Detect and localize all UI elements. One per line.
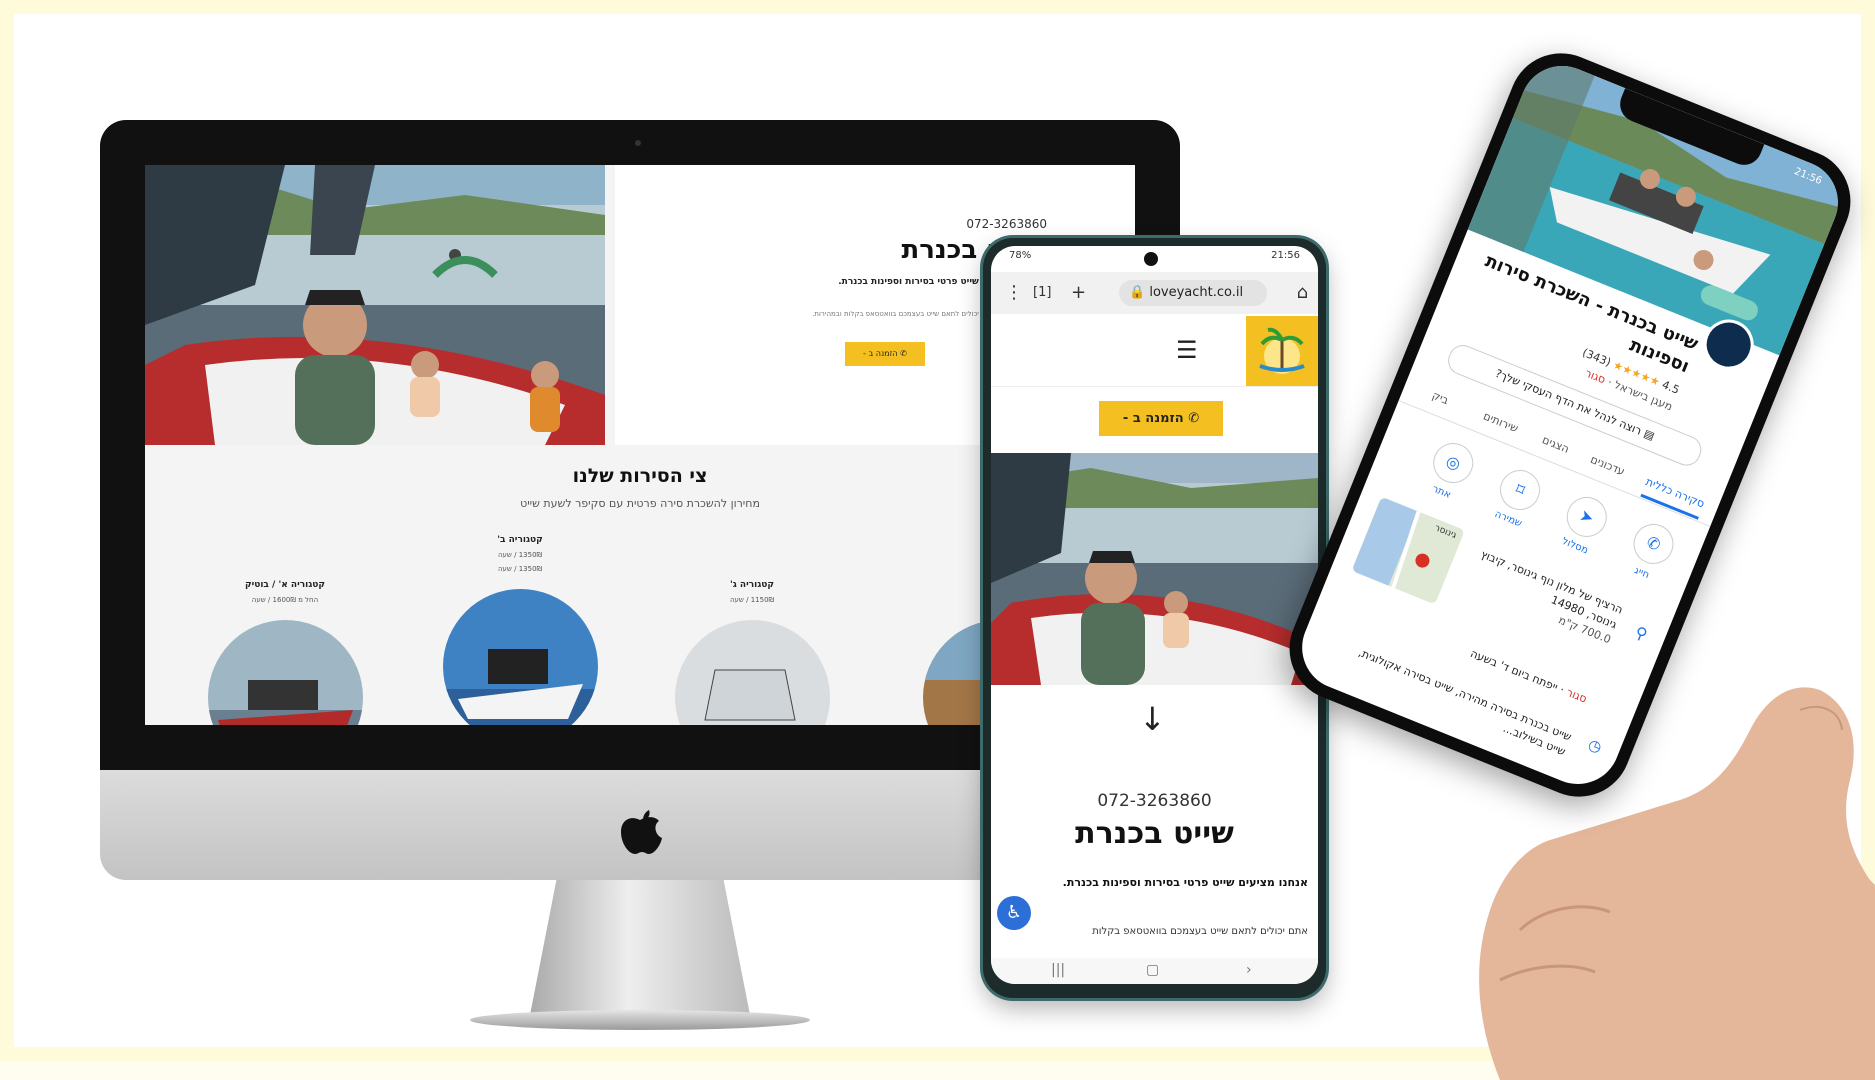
new-tab-icon[interactable]: + <box>1071 280 1086 306</box>
url-text: loveyacht.co.il <box>1149 285 1244 300</box>
phone-number[interactable]: 072-3263860 <box>991 791 1318 811</box>
directions-icon: ➤ <box>1560 490 1613 544</box>
category-card[interactable]: קטגוריה ג' 1150₪ / שעה <box>667 580 837 725</box>
website-button[interactable]: ◎ אתר <box>1413 434 1486 508</box>
clock-icon: ◷ <box>1585 734 1605 757</box>
more-options-icon[interactable]: ⋮ <box>1005 280 1023 306</box>
boat-photo <box>674 620 830 725</box>
tab-reviews[interactable]: הצגים <box>1540 433 1571 456</box>
whatsapp-icon: ✆ <box>1188 411 1200 426</box>
bookmark-icon: ⌑ <box>1493 463 1547 517</box>
whatsapp-icon: ✆ <box>900 349 907 358</box>
category-price: 1150₪ / שעה <box>729 596 775 604</box>
call-label: חייג <box>1632 565 1651 582</box>
hours-text: · ייפתח ביום ד' בשעה <box>1468 646 1570 698</box>
home-nav-icon[interactable]: ▢ <box>1146 962 1159 978</box>
site-header: ☰ <box>991 316 1318 387</box>
boat-photo <box>442 589 598 725</box>
booking-button-label: הזמנה ב - <box>1122 411 1184 426</box>
status-time: 21:56 <box>1271 250 1300 261</box>
phone-icon: ✆ <box>1627 517 1680 570</box>
back-nav-icon[interactable]: › <box>1246 962 1252 978</box>
hamburger-menu-icon[interactable]: ☰ <box>1176 336 1198 364</box>
battery-level: 78% <box>1009 250 1032 261</box>
tab-updates[interactable]: עדכונים <box>1589 453 1627 478</box>
accessibility-icon[interactable]: ♿ <box>997 896 1031 930</box>
map-thumbnail[interactable]: גינוסר <box>1351 496 1465 605</box>
hours-closed: סגור <box>1564 685 1589 706</box>
site-subtext: אתם יכולים לתאם שייט בעצמכם בוואטסאפ בקל… <box>812 310 995 318</box>
boat-photo <box>207 620 363 725</box>
site-subtext: אתם יכולים לתאם שייט בעצמכם בוואטסאפ בקל… <box>1092 926 1308 937</box>
category-name: קטגוריה ג' <box>729 580 774 590</box>
hero-photo <box>991 453 1318 685</box>
camera-icon <box>635 140 641 146</box>
site-logo[interactable] <box>1246 316 1318 386</box>
tab-overview[interactable]: סקירה כללית <box>1644 475 1707 510</box>
android-phone: 78% 21:56 ⋮ [1] + 🔒 loveyacht.co.il ⌂ ☰ … <box>983 238 1326 998</box>
category-name: קטגוריה ב' <box>497 535 543 545</box>
address-bar[interactable]: 🔒 loveyacht.co.il <box>1119 280 1267 306</box>
category-price: החל מ 1600₪ / שעה <box>251 596 319 604</box>
site-description: אנחנו מציעים שייט פרטי בסירות וספינות בכ… <box>1062 876 1308 889</box>
save-label: שמירה <box>1493 508 1524 530</box>
home-icon[interactable]: ⌂ <box>1297 280 1308 306</box>
category-name: קטגוריה א' / בוטיק <box>244 580 326 590</box>
category-card[interactable]: קטגוריה ב' 1350₪ / שעה 1350₪ / שעה <box>435 535 605 725</box>
call-button[interactable]: ✆ חייג <box>1614 515 1687 589</box>
whatsapp-booking-button[interactable]: ✆ הזמנה ב - <box>845 342 925 366</box>
whatsapp-booking-button[interactable]: ✆ הזמנה ב - <box>1099 401 1223 436</box>
imac-stand <box>530 880 750 1015</box>
tab-switcher-icon[interactable]: [1] <box>1033 280 1051 306</box>
mobile-website: 78% 21:56 ⋮ [1] + 🔒 loveyacht.co.il ⌂ ☰ … <box>991 246 1318 984</box>
directions-button[interactable]: ➤ מסלול <box>1547 488 1620 562</box>
page-title: שייט בכנרת <box>1075 816 1234 851</box>
apple-logo-icon <box>621 810 662 854</box>
lock-icon: 🔒 <box>1129 285 1146 300</box>
hero-photo <box>145 165 605 445</box>
scroll-down-arrow-icon[interactable]: ↓ <box>1139 700 1166 738</box>
tab-count: 1 <box>1038 285 1047 300</box>
rating-value: 4.5 <box>1660 378 1682 397</box>
camera-icon <box>1144 252 1158 266</box>
imac-stand-base <box>470 1010 810 1030</box>
website-label: אתר <box>1430 483 1453 501</box>
directions-label: מסלול <box>1560 535 1590 557</box>
tab-services[interactable]: שירותים <box>1481 410 1520 436</box>
booking-button-label: הזמנה ב - <box>863 349 898 358</box>
browser-toolbar: ⋮ [1] + 🔒 loveyacht.co.il ⌂ <box>991 272 1318 314</box>
phone-number[interactable]: 072-3263860 <box>966 217 1047 231</box>
location-pin-icon: ⚲ <box>1632 622 1651 645</box>
tab-more[interactable]: ביק <box>1430 389 1450 407</box>
android-nav-bar: ||| ▢ › <box>991 958 1318 984</box>
review-count: (343) <box>1580 345 1613 370</box>
save-button[interactable]: ⌑ שמירה <box>1480 461 1553 535</box>
category-card[interactable]: קטגוריה א' / בוטיק החל מ 1600₪ / שעה <box>200 580 370 725</box>
globe-icon: ◎ <box>1427 436 1480 490</box>
category-price: 1350₪ / שעה <box>497 565 543 573</box>
category-price: 1350₪ / שעה <box>497 551 543 559</box>
store-icon: ▤ <box>1641 426 1657 443</box>
recent-apps-icon[interactable]: ||| <box>1051 962 1065 978</box>
